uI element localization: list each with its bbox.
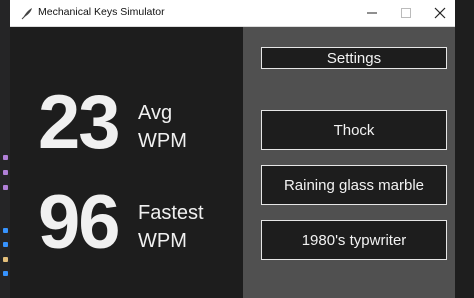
controls-panel: Settings Thock Raining glass marble 1980…	[243, 27, 455, 298]
avg-wpm-label-line2: WPM	[138, 130, 187, 152]
window-title: Mechanical Keys Simulator	[38, 6, 165, 18]
title-bar: Mechanical Keys Simulator	[10, 0, 455, 27]
close-button[interactable]	[421, 0, 455, 26]
background-editor-sidebar	[0, 0, 10, 298]
bg-icon	[3, 271, 8, 276]
bg-icon	[3, 185, 8, 190]
background-editor-code	[455, 0, 474, 298]
sound-typewriter-button[interactable]: 1980's typwriter	[261, 220, 447, 260]
settings-button[interactable]: Settings	[261, 47, 447, 69]
avg-wpm-value: 23	[38, 80, 121, 165]
app-window: Mechanical Keys Simulator 23 Avg WPM 96 …	[10, 0, 455, 298]
sound-thock-button[interactable]: Thock	[261, 110, 447, 150]
bg-icon	[3, 257, 8, 262]
avg-wpm-label-line1: Avg	[138, 102, 173, 124]
bg-icon	[3, 170, 8, 175]
feather-icon	[21, 8, 32, 20]
bg-icon	[3, 228, 8, 233]
maximize-button[interactable]	[387, 0, 425, 26]
stats-panel: 23 Avg WPM 96 Fastest WPM	[10, 27, 243, 298]
fastest-wpm-value: 96	[38, 180, 121, 265]
fastest-wpm-label-line2: WPM	[138, 230, 187, 252]
bg-icon	[3, 155, 8, 160]
sound-glass-marble-button[interactable]: Raining glass marble	[261, 165, 447, 205]
minimize-button[interactable]	[353, 0, 391, 26]
fastest-wpm-label-line1: Fastest	[138, 202, 204, 224]
bg-icon	[3, 242, 8, 247]
